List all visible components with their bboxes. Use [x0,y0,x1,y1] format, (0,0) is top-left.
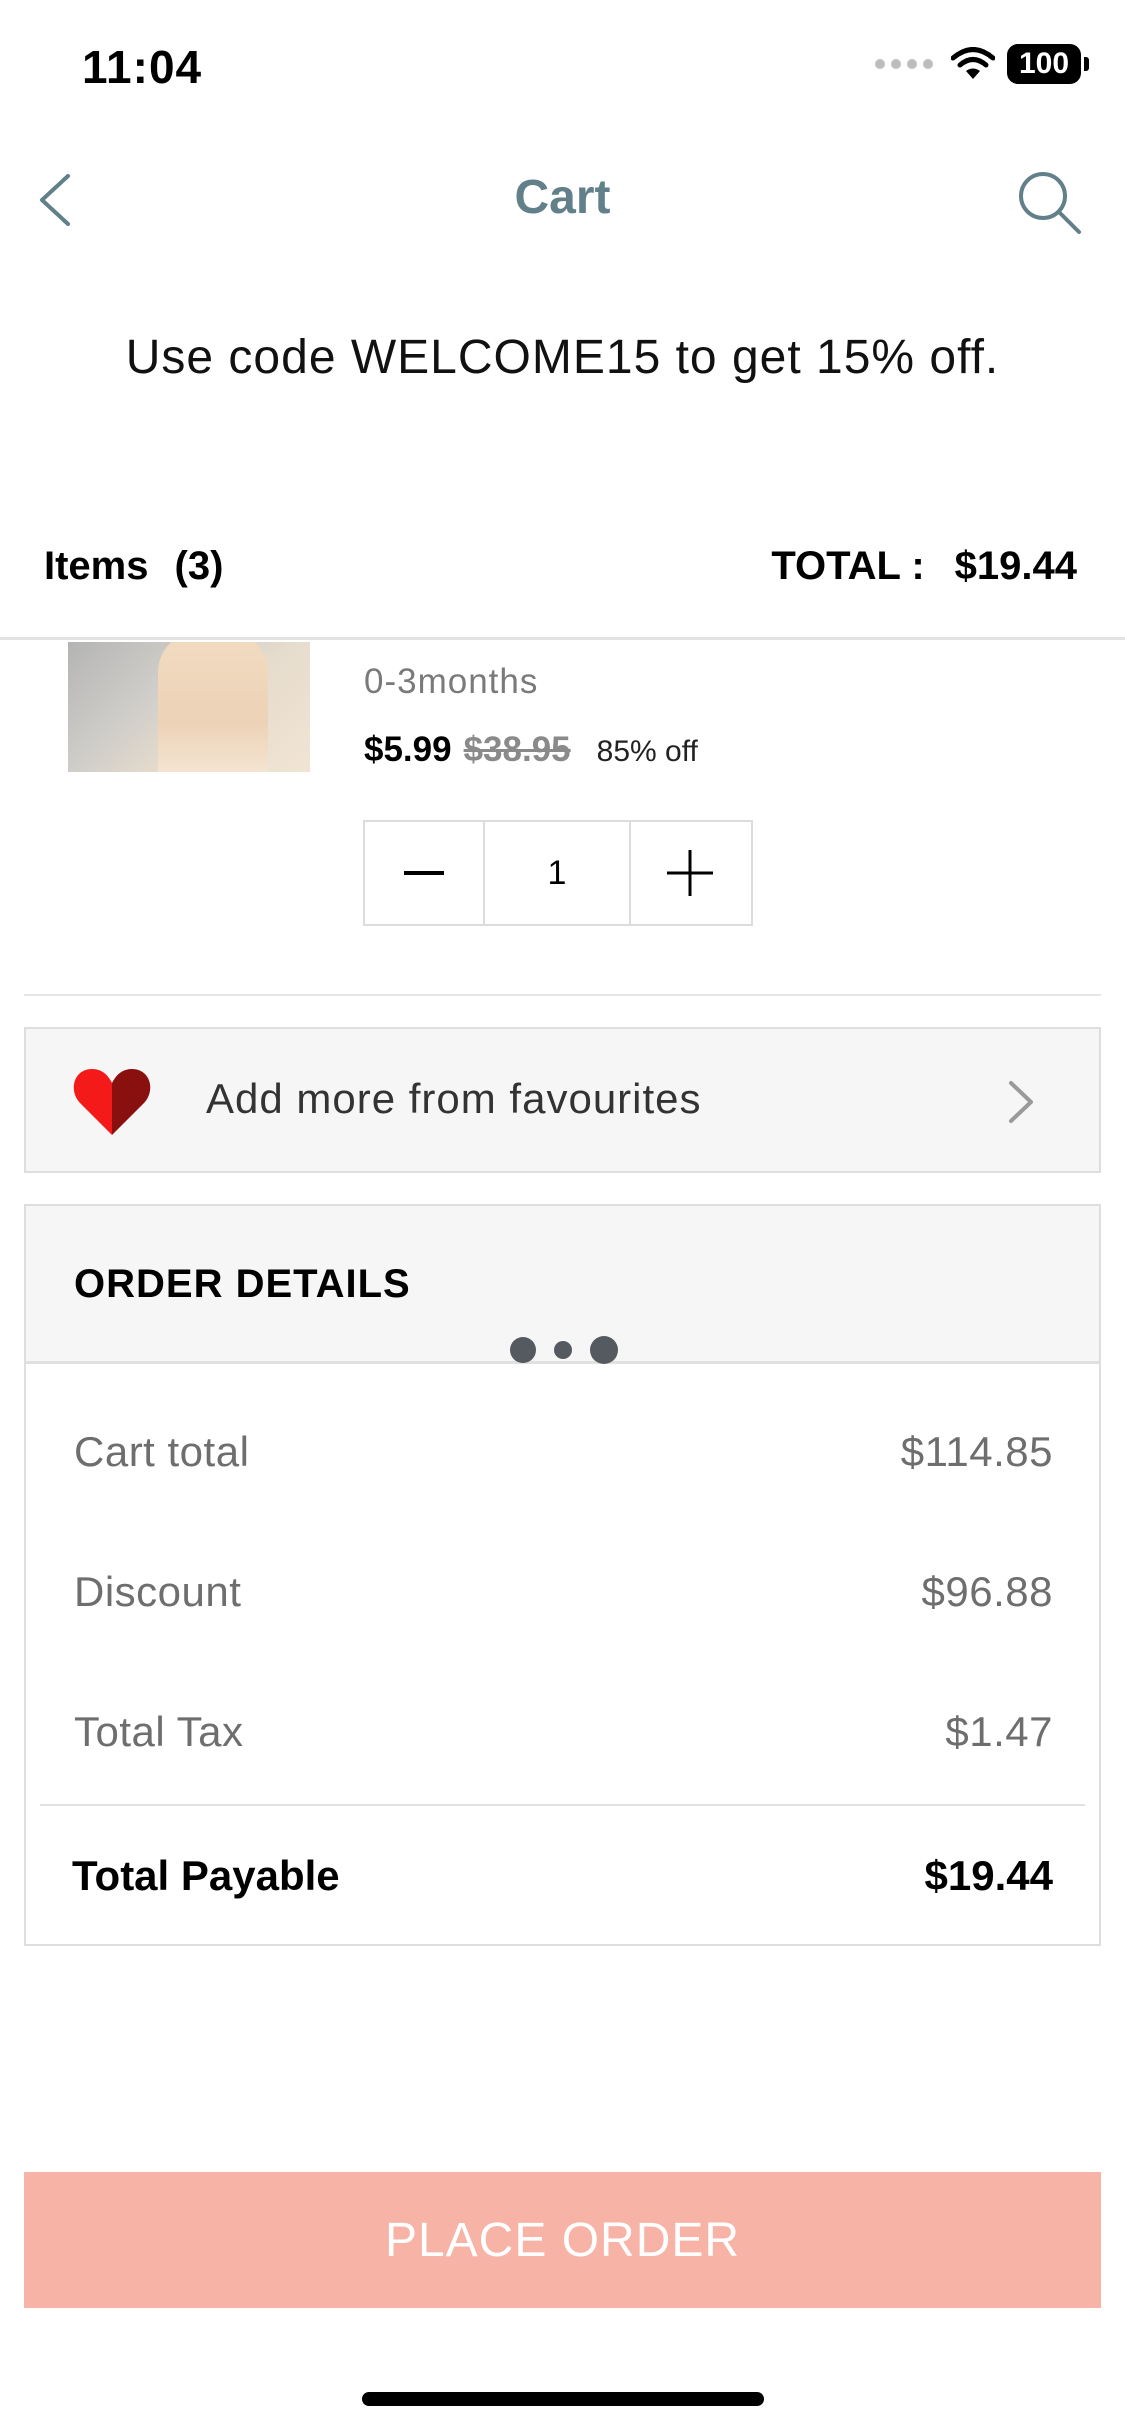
loading-dots-icon [510,1336,618,1364]
total-payable-row: Total Payable $19.44 [72,1852,1053,1900]
total-value: $19.44 [954,544,1077,588]
search-icon[interactable] [1013,166,1085,238]
signal-icon [875,59,933,69]
order-details-title: ORDER DETAILS [74,1262,411,1306]
total-tax-label: Total Tax [74,1708,244,1755]
status-time: 11:04 [82,41,203,93]
increase-quantity-button[interactable] [631,822,749,924]
discount-value: $96.88 [921,1568,1053,1615]
home-indicator[interactable] [362,2392,764,2406]
items-count-label: Items (3) [44,544,223,589]
chevron-right-icon [1009,1081,1033,1123]
divider [24,994,1101,996]
status-icons: 100 [875,44,1089,84]
cart-total-row: Cart total $114.85 [74,1428,1053,1476]
product-size: 0-3months [364,662,539,701]
divider [40,1804,1085,1806]
cart-summary-bar: Items (3) TOTAL : $19.44 [0,530,1125,640]
total-label: TOTAL : [771,544,925,588]
cart-total: TOTAL : $19.44 [771,544,1077,589]
product-discount: 85% off [596,735,698,768]
items-count: (3) [174,544,224,588]
quantity-stepper: 1 [363,820,753,926]
decrease-quantity-button[interactable] [365,822,483,924]
discount-label: Discount [74,1568,242,1615]
total-payable-value: $19.44 [924,1852,1053,1899]
order-details-header: ORDER DETAILS [26,1206,1099,1364]
heart-icon [73,1069,151,1135]
cart-total-value: $114.85 [900,1428,1053,1475]
product-price: $5.99 [364,730,452,769]
battery-indicator: 100 [1007,44,1089,84]
favourites-label: Add more from favourites [206,1075,702,1122]
product-image[interactable] [68,642,310,772]
place-order-button[interactable]: PLACE ORDER [24,2172,1101,2308]
wifi-icon [951,47,995,79]
promo-banner: Use code WELCOME15 to get 15% off. [125,331,1000,384]
total-tax-row: Total Tax $1.47 [74,1708,1053,1756]
order-details-panel: ORDER DETAILS Cart total $114.85 Discoun… [24,1204,1101,1946]
cart-total-label: Cart total [74,1428,250,1475]
quantity-value: 1 [483,822,631,924]
product-price-row: $5.99 $38.95 85% off [364,730,698,770]
add-from-favourites-button[interactable]: Add more from favourites [24,1027,1101,1173]
product-original-price: $38.95 [463,730,571,769]
status-bar: 11:04 100 [0,0,1125,140]
minus-icon [404,871,444,875]
plus-icon [667,850,713,896]
items-label: Items [44,544,149,588]
total-tax-value: $1.47 [945,1708,1053,1755]
page-title: Cart [514,171,611,224]
nav-bar: Cart [0,140,1125,260]
total-payable-label: Total Payable [72,1852,340,1899]
discount-row: Discount $96.88 [74,1568,1053,1616]
